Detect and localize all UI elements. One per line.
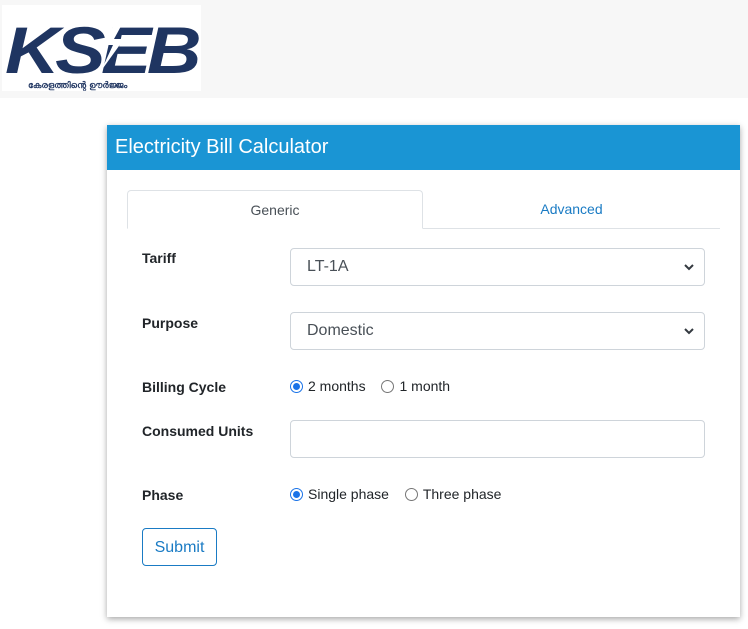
tab-advanced[interactable]: Advanced [423,190,720,228]
radio-label: Single phase [308,486,389,502]
tariff-label: Tariff [142,250,176,266]
phase-single[interactable]: Single phase [290,486,389,502]
svg-text:KSEB: KSEB [5,13,200,87]
tariff-select[interactable]: LT-1A [290,248,705,286]
radio-button-checked[interactable] [290,487,303,501]
billing-cycle-radio-group: 2 months 1 month [290,378,462,396]
billing-cycle-1-month[interactable]: 1 month [381,378,450,394]
tariff-value: LT-1A [307,258,349,275]
submit-button[interactable]: Submit [142,528,217,566]
radio-label: 2 months [308,378,366,394]
card-title: Electricity Bill Calculator [107,125,740,170]
kseb-logo[interactable]: KSEB കേരളത്തിന്റെ ഊർജ്ജം [2,5,201,91]
bill-calculator-card: Electricity Bill Calculator Generic Adva… [107,125,740,617]
tab-generic[interactable]: Generic [127,190,423,229]
consumed-units-input[interactable] [290,420,705,458]
billing-cycle-2-months[interactable]: 2 months [290,378,366,394]
calculator-tabs: Generic Advanced [127,190,720,229]
radio-button[interactable] [404,487,418,501]
radio-label: Three phase [422,486,502,502]
purpose-value: Domestic [307,322,374,339]
kseb-logo-graphic: KSEB കേരളത്തിന്റെ ഊർജ്ജം [5,13,201,91]
purpose-label: Purpose [142,315,199,331]
phase-radio-group: Single phase Three phase [290,486,513,504]
phase-three[interactable]: Three phase [404,486,502,502]
phase-label: Phase [142,487,184,503]
billing-cycle-label: Billing Cycle [142,379,227,395]
logo-tagline: കേരളത്തിന്റെ ഊർജ്ജം [28,79,127,91]
radio-button-checked[interactable] [290,379,303,393]
radio-button[interactable] [381,379,395,393]
purpose-select[interactable]: Domestic [290,312,705,350]
radio-label: 1 month [399,378,451,394]
chevron-down-icon [684,328,694,335]
consumed-units-label: Consumed Units [142,423,254,439]
chevron-down-icon [684,264,694,271]
